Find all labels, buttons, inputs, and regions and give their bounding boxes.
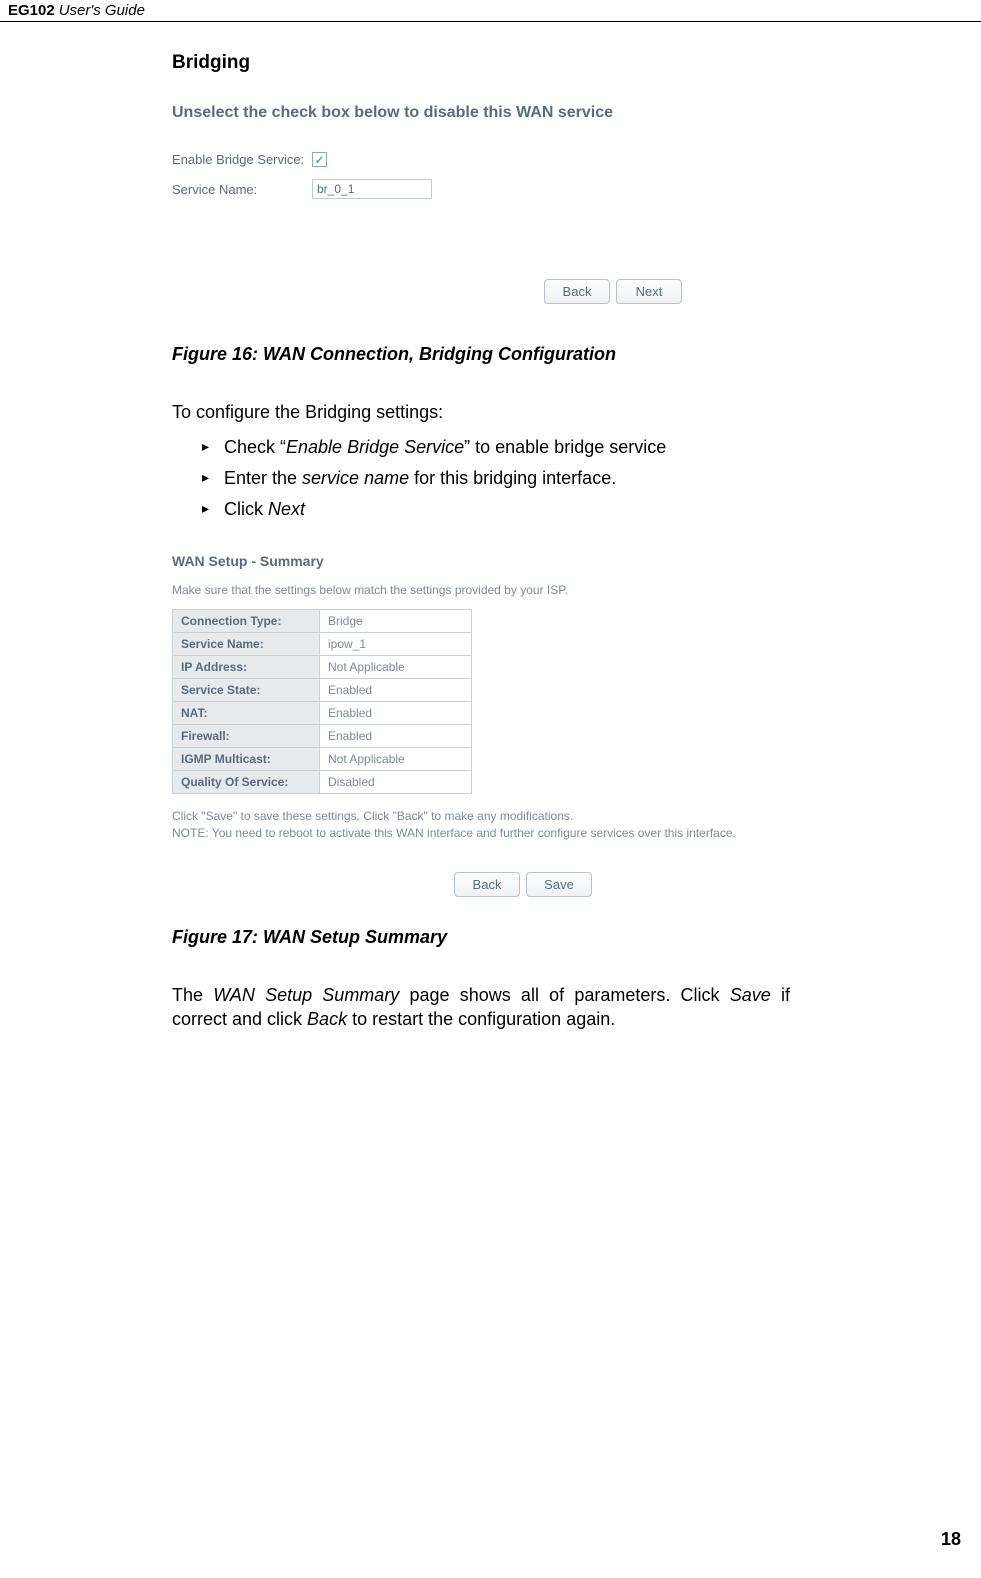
- cell-val: Enabled: [320, 679, 472, 702]
- text-italic: Save: [730, 985, 771, 1005]
- figure-17-caption: Figure 17: WAN Setup Summary: [172, 927, 790, 948]
- table-row: IP Address:Not Applicable: [173, 656, 472, 679]
- bridging-intro: To configure the Bridging settings:: [172, 400, 790, 424]
- section-title-bridging: Bridging: [172, 52, 790, 74]
- text: to restart the configuration again.: [347, 1009, 615, 1029]
- screenshot-bridging-config: Unselect the check box below to disable …: [172, 104, 702, 304]
- cell-key: Service Name:: [173, 633, 320, 656]
- cell-val: Disabled: [320, 771, 472, 794]
- table-row: Service State:Enabled: [173, 679, 472, 702]
- table-row: NAT:Enabled: [173, 702, 472, 725]
- header-subtitle: User's Guide: [59, 2, 145, 19]
- text: for this bridging interface.: [409, 468, 616, 488]
- cell-val: Bridge: [320, 610, 472, 633]
- cell-val: Enabled: [320, 725, 472, 748]
- cell-val: Enabled: [320, 702, 472, 725]
- text: Click: [224, 499, 268, 519]
- back-button[interactable]: Back: [454, 872, 520, 897]
- table-row: IGMP Multicast:Not Applicable: [173, 748, 472, 771]
- text: ” to enable bridge service: [464, 437, 666, 457]
- cell-key: IGMP Multicast:: [173, 748, 320, 771]
- cell-key: Connection Type:: [173, 610, 320, 633]
- note-line-1: Click "Save" to save these settings. Cli…: [172, 808, 942, 825]
- cell-val: Not Applicable: [320, 656, 472, 679]
- service-name-input[interactable]: [312, 179, 432, 199]
- table-row: Service Name:ipow_1: [173, 633, 472, 656]
- text: Check “: [224, 437, 286, 457]
- list-item: Check “Enable Bridge Service” to enable …: [202, 434, 790, 461]
- cell-key: Quality Of Service:: [173, 771, 320, 794]
- note-line-2: NOTE: You need to reboot to activate thi…: [172, 825, 942, 842]
- header-product: EG102: [8, 2, 55, 19]
- cell-key: NAT:: [173, 702, 320, 725]
- list-item: Enter the service name for this bridging…: [202, 465, 790, 492]
- text-italic: Enable Bridge Service: [286, 437, 464, 457]
- page-number: 18: [941, 1529, 961, 1550]
- wan-summary-description: The WAN Setup Summary page shows all of …: [172, 983, 790, 1032]
- next-button[interactable]: Next: [616, 279, 682, 304]
- enable-bridge-checkbox[interactable]: ✓: [312, 152, 327, 167]
- wan-summary-table: Connection Type:Bridge Service Name:ipow…: [172, 609, 472, 794]
- page-header: EG102 User's Guide: [0, 0, 981, 22]
- text: page shows all of parameters. Click: [399, 985, 729, 1005]
- table-row: Connection Type:Bridge: [173, 610, 472, 633]
- wan-summary-title: WAN Setup - Summary: [172, 553, 942, 569]
- table-row: Quality Of Service:Disabled: [173, 771, 472, 794]
- bridging-instruction-text: Unselect the check box below to disable …: [172, 104, 702, 122]
- cell-key: Firewall:: [173, 725, 320, 748]
- save-button[interactable]: Save: [526, 872, 592, 897]
- text: The: [172, 985, 213, 1005]
- screenshot-wan-summary: WAN Setup - Summary Make sure that the s…: [172, 553, 942, 897]
- service-name-label: Service Name:: [172, 182, 312, 197]
- enable-bridge-label: Enable Bridge Service:: [172, 152, 312, 167]
- cell-key: Service State:: [173, 679, 320, 702]
- bridging-steps-list: Check “Enable Bridge Service” to enable …: [172, 434, 790, 523]
- text-italic: Back: [307, 1009, 347, 1029]
- wan-summary-subtitle: Make sure that the settings below match …: [172, 583, 942, 597]
- text-italic: WAN Setup Summary: [213, 985, 399, 1005]
- cell-val: ipow_1: [320, 633, 472, 656]
- wan-summary-note: Click "Save" to save these settings. Cli…: [172, 808, 942, 842]
- table-row: Firewall:Enabled: [173, 725, 472, 748]
- text-italic: service name: [302, 468, 409, 488]
- cell-val: Not Applicable: [320, 748, 472, 771]
- text-italic: Next: [268, 499, 305, 519]
- figure-16-caption: Figure 16: WAN Connection, Bridging Conf…: [172, 344, 790, 365]
- cell-key: IP Address:: [173, 656, 320, 679]
- text: Enter the: [224, 468, 302, 488]
- list-item: Click Next: [202, 496, 790, 523]
- back-button[interactable]: Back: [544, 279, 610, 304]
